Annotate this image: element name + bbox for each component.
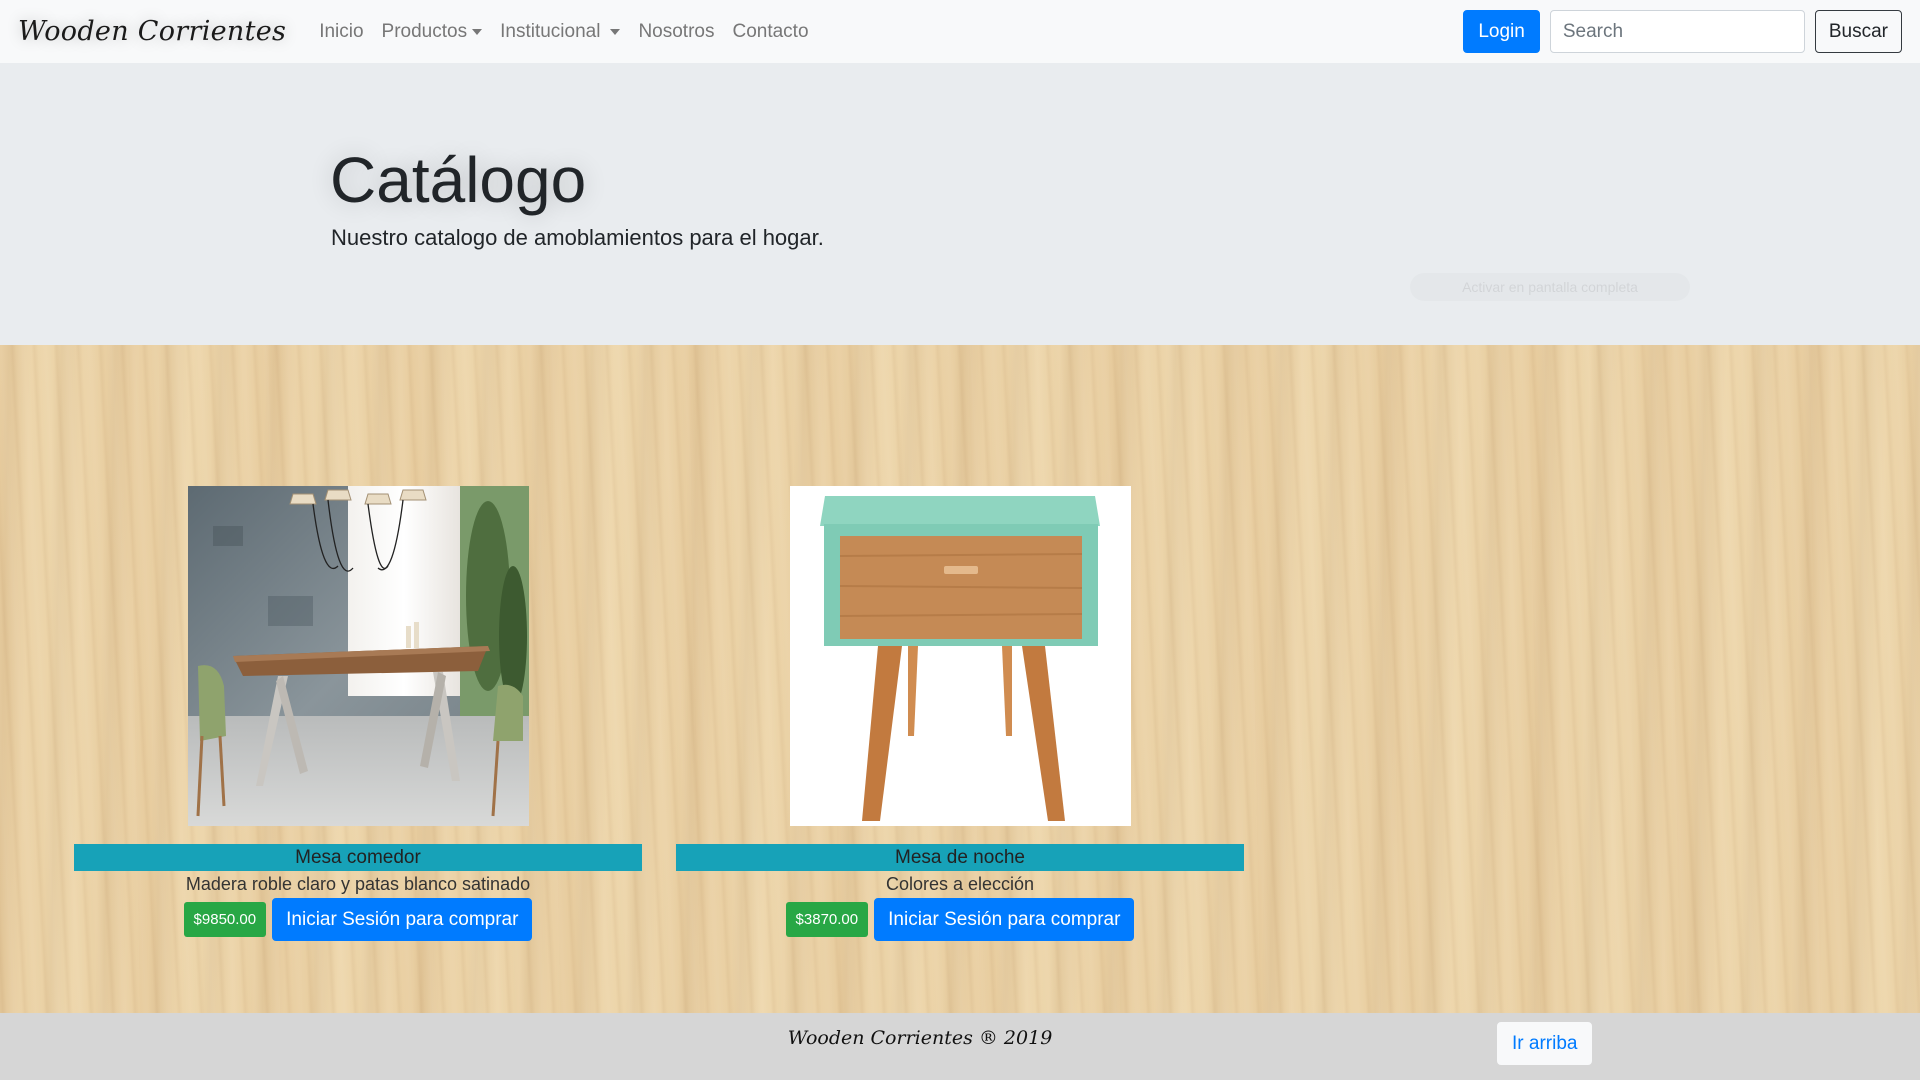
price-badge: $3870.00 bbox=[785, 902, 869, 937]
catalog-section: Mesa comedor Madera roble claro y patas … bbox=[0, 345, 1920, 1013]
product-card: Mesa comedor Madera roble claro y patas … bbox=[74, 486, 642, 941]
footer: Wooden Corrientes ® 2019 Ir arriba bbox=[0, 1013, 1920, 1080]
back-to-top-button[interactable]: Ir arriba bbox=[1497, 1022, 1593, 1065]
product-description: Madera roble claro y patas blanco satina… bbox=[185, 874, 531, 894]
login-to-buy-button[interactable]: Iniciar Sesión para comprar bbox=[272, 898, 533, 941]
nav-link-contacto[interactable]: Contacto bbox=[723, 21, 817, 43]
jumbotron: Catálogo Nuestro catalogo de amoblamient… bbox=[0, 63, 1920, 345]
login-to-buy-button[interactable]: Iniciar Sesión para comprar bbox=[874, 898, 1135, 941]
nav-link-label: Nosotros bbox=[638, 20, 715, 42]
nav-links: Inicio Productos Institucional Nosotros … bbox=[310, 21, 817, 43]
nav-link-productos[interactable]: Productos bbox=[373, 21, 492, 43]
page-subtitle: Nuestro catalogo de amoblamientos para e… bbox=[331, 225, 824, 250]
page-title: Catálogo bbox=[330, 144, 587, 216]
nav-link-inicio[interactable]: Inicio bbox=[310, 21, 372, 43]
product-image-mesa-comedor[interactable] bbox=[187, 486, 529, 826]
nav-link-label: Inicio bbox=[319, 20, 364, 42]
search-input[interactable] bbox=[1549, 10, 1805, 53]
product-title: Mesa de noche bbox=[676, 844, 1244, 871]
product-actions: $9850.00 Iniciar Sesión para comprar bbox=[183, 898, 533, 941]
nav-link-label: Institucional bbox=[500, 20, 601, 42]
caret-down-icon bbox=[610, 28, 621, 35]
nav-link-label: Productos bbox=[381, 20, 468, 42]
nav-link-label: Contacto bbox=[732, 20, 809, 42]
nav-right: Login Buscar bbox=[1463, 10, 1902, 53]
nav-link-institucional[interactable]: Institucional bbox=[491, 21, 629, 43]
login-button[interactable]: Login bbox=[1463, 10, 1540, 53]
product-actions: $3870.00 Iniciar Sesión para comprar bbox=[785, 898, 1135, 941]
navbar: Wooden Corrientes Inicio Productos Insti… bbox=[0, 0, 1920, 63]
dining-table-image bbox=[187, 486, 529, 826]
product-title: Mesa comedor bbox=[74, 844, 642, 871]
nav-link-nosotros[interactable]: Nosotros bbox=[629, 21, 723, 43]
fullscreen-hint: Activar en pantalla completa bbox=[1462, 279, 1638, 295]
product-card: Mesa de noche Colores a elección $3870.0… bbox=[676, 486, 1244, 941]
price-badge: $9850.00 bbox=[183, 902, 267, 937]
nightstand-image bbox=[789, 486, 1131, 826]
product-description: Colores a elección bbox=[885, 874, 1035, 894]
search-button[interactable]: Buscar bbox=[1814, 10, 1902, 53]
caret-down-icon bbox=[472, 28, 483, 35]
brand-logo[interactable]: Wooden Corrientes bbox=[18, 16, 286, 47]
product-image-mesa-de-noche[interactable] bbox=[789, 486, 1131, 826]
